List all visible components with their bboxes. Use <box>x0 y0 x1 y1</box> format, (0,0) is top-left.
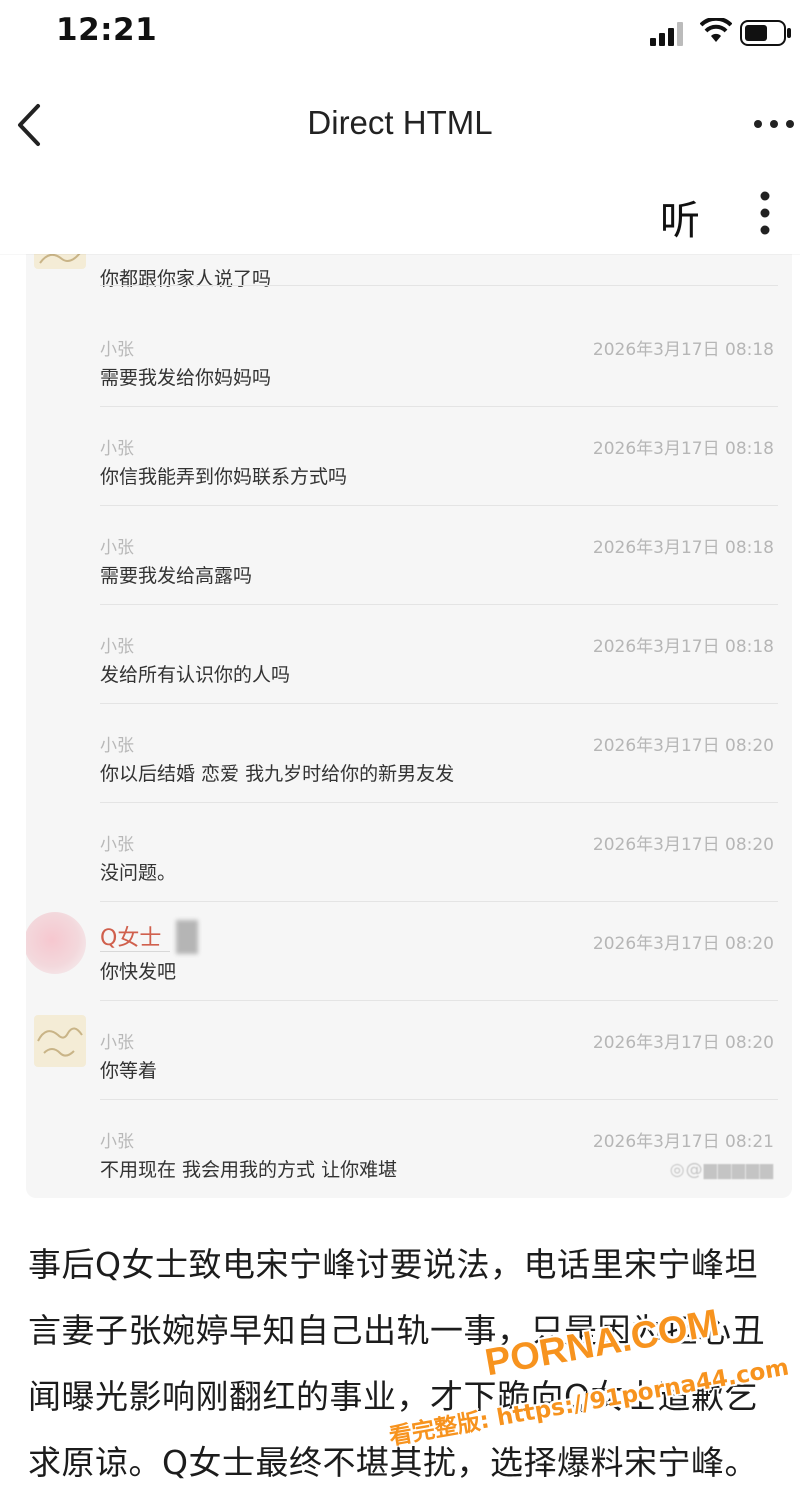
message-time: 2026年3月17日 08:20 <box>592 934 774 954</box>
message-row: 小张 2026年3月17日 08:18 发给所有认识你的人吗 <box>26 605 792 704</box>
listen-button[interactable]: 听 <box>660 188 700 246</box>
avatar <box>34 1015 86 1067</box>
message-text: 发给所有认识你的人吗 <box>100 664 291 686</box>
message-row: 小张 2026年3月17日 08:20 你等着 <box>26 1001 792 1100</box>
message-text: 你信我能弄到你妈联系方式吗 <box>100 466 348 488</box>
article-body: 事后Q女士致电宋宁峰讨要说法，电话里宋宁峰坦 言妻子张婉婷早知自己出轨一事，只是… <box>28 1232 778 1496</box>
sender-name: 小张 <box>100 835 134 855</box>
message-row: 小张 2026年3月17日 08:20 你以后结婚 恋爱 我九岁时给你的新男友发 <box>26 704 792 803</box>
message-row: 小张 2026年3月17日 08:18 需要我发给高露吗 <box>26 506 792 605</box>
message-row: Q女士 2026年3月17日 08:20 你快发吧 <box>26 902 792 1001</box>
message-time: 2026年3月17日 08:21 <box>592 1132 774 1152</box>
message-text: 你都跟你家人说了吗 <box>100 268 272 290</box>
status-bar: 12:21 <box>0 0 800 70</box>
message-time: 2026年3月17日 08:18 <box>592 340 774 360</box>
message-text: 需要我发给你妈妈吗 <box>100 367 272 389</box>
reader-toolbar: 听 <box>0 168 800 254</box>
message-row: 小张 2026年3月17日 08:18 你信我能弄到你妈联系方式吗 <box>26 407 792 506</box>
message-time: 2026年3月17日 08:18 <box>592 439 774 459</box>
page-title: Direct HTML <box>307 104 493 141</box>
message-time: 2026年3月17日 08:18 <box>592 538 774 558</box>
status-time: 12:21 <box>56 12 158 48</box>
message-time: 2026年3月17日 08:18 <box>592 637 774 657</box>
message-text: 你以后结婚 恋爱 我九岁时给你的新男友发 <box>100 763 455 785</box>
source-watermark: ◎@▆▆▆▆▆ <box>669 1160 774 1180</box>
sender-name: Q女士 <box>100 926 162 951</box>
wifi-icon <box>700 18 732 42</box>
sender-name: 小张 <box>100 439 134 459</box>
redaction-blur <box>176 920 198 954</box>
avatar <box>26 912 86 974</box>
message-text: 不用现在 我会用我的方式 让你难堪 <box>100 1159 398 1181</box>
message-text: 需要我发给高露吗 <box>100 565 253 587</box>
message-text: 没问题。 <box>100 862 177 884</box>
kebab-menu-icon[interactable] <box>758 190 772 236</box>
sender-name: 小张 <box>100 637 134 657</box>
sender-name: 小张 <box>100 538 134 558</box>
message-row: 小张 2026年3月17日 08:18 需要我发给你妈妈吗 <box>26 308 792 407</box>
nav-bar: Direct HTML <box>0 80 800 169</box>
sender-name: 小张 <box>100 736 134 756</box>
more-options-icon[interactable] <box>752 118 796 130</box>
message-time: 2026年3月17日 08:20 <box>592 835 774 855</box>
article-line: 事后Q女士致电宋宁峰讨要说法，电话里宋宁峰坦 <box>28 1245 758 1284</box>
message-time: 2026年3月17日 08:20 <box>592 736 774 756</box>
message-time: 2026年3月17日 08:20 <box>592 1033 774 1053</box>
cellular-signal-icon <box>650 22 683 46</box>
message-text: 你快发吧 <box>100 961 177 983</box>
chat-screenshot: 你都跟你家人说了吗 小张 2026年3月17日 08:18 需要我发给你妈妈吗 … <box>26 232 792 1198</box>
message-row: 小张 2026年3月17日 08:21 不用现在 我会用我的方式 让你难堪 <box>26 1100 792 1198</box>
sender-name: 小张 <box>100 340 134 360</box>
message-row: 小张 2026年3月17日 08:20 没问题。 <box>26 803 792 902</box>
battery-icon <box>740 20 791 46</box>
sender-name: 小张 <box>100 1132 134 1152</box>
message-text: 你等着 <box>100 1060 158 1082</box>
sender-name: 小张 <box>100 1033 134 1053</box>
